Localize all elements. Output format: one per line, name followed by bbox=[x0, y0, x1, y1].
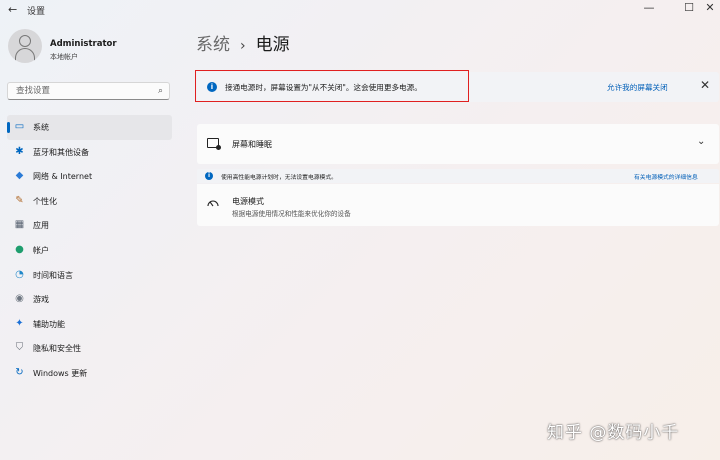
sidebar-nav: ▭ 系统 ✱ 蓝牙和其他设备 ◆ 网络 & Internet ✎ 个性化 ▦ 应… bbox=[7, 115, 172, 386]
sidebar-item-label: 应用 bbox=[33, 221, 49, 231]
sidebar-item-label: Windows 更新 bbox=[33, 368, 88, 378]
info-icon: i bbox=[207, 82, 217, 92]
power-mode-description: 根据电源使用情况和性能来优化你的设备 bbox=[232, 210, 351, 218]
update-icon: ↻ bbox=[15, 366, 24, 378]
screen-sleep-label: 屏幕和睡眠 bbox=[232, 140, 272, 149]
system-monitor-icon: ▭ bbox=[14, 121, 25, 132]
watermark: 知乎 @数码小千 bbox=[547, 423, 680, 443]
power-mode-card[interactable]: 电源模式 根据电源使用情况和性能来优化你的设备 bbox=[197, 184, 719, 226]
sidebar-item-system[interactable]: ▭ 系统 bbox=[7, 115, 172, 140]
breadcrumb-chevron-icon: › bbox=[240, 38, 246, 54]
chevron-down-icon[interactable]: ⌄ bbox=[697, 136, 705, 147]
allow-screen-off-link[interactable]: 允许我的屏幕关闭 bbox=[607, 82, 668, 93]
back-arrow-icon[interactable]: ← bbox=[8, 3, 17, 16]
speedometer-icon bbox=[207, 200, 219, 207]
sidebar-item-label: 蓝牙和其他设备 bbox=[33, 147, 89, 157]
sidebar-item-time-language[interactable]: ◔ 时间和语言 bbox=[7, 263, 172, 288]
power-mode-info-link[interactable]: 有关电源模式的详细信息 bbox=[634, 172, 698, 181]
breadcrumb-parent[interactable]: 系统 bbox=[196, 35, 230, 55]
screen-sleep-card[interactable]: 屏幕和睡眠 ⌄ bbox=[197, 124, 719, 164]
accessibility-icon: ✦ bbox=[15, 317, 24, 329]
profile-name: Administrator bbox=[50, 39, 117, 49]
shield-icon: ⛉ bbox=[15, 342, 24, 354]
minimize-button[interactable]: — bbox=[639, 1, 659, 14]
sidebar-item-personalization[interactable]: ✎ 个性化 bbox=[7, 189, 172, 214]
sidebar-item-network[interactable]: ◆ 网络 & Internet bbox=[7, 164, 172, 189]
bluetooth-icon: ✱ bbox=[15, 145, 24, 157]
sidebar-item-accessibility[interactable]: ✦ 辅助功能 bbox=[7, 312, 172, 337]
sidebar-item-apps[interactable]: ▦ 应用 bbox=[7, 213, 172, 238]
info-message: 接通电源时，屏幕设置为"从不关闭"。这会使用更多电源。 bbox=[225, 83, 422, 92]
maximize-button[interactable]: ☐ bbox=[679, 1, 699, 14]
avatar-body-icon bbox=[15, 48, 35, 62]
screen-sleep-icon bbox=[207, 138, 221, 150]
search-input[interactable] bbox=[14, 85, 148, 97]
search-icon[interactable]: ⌕ bbox=[158, 86, 163, 96]
search-box[interactable]: ⌕ bbox=[7, 82, 170, 100]
person-icon: ● bbox=[15, 243, 24, 255]
gamepad-icon: ◉ bbox=[15, 293, 24, 305]
sidebar-item-label: 辅助功能 bbox=[33, 319, 65, 329]
sidebar-item-label: 时间和语言 bbox=[33, 270, 73, 280]
power-plan-notice: i 使用高性能电源计划时，无法设置电源模式。 有关电源模式的详细信息 bbox=[197, 169, 719, 183]
sidebar-item-label: 系统 bbox=[33, 123, 49, 132]
sidebar-item-label: 游戏 bbox=[33, 295, 49, 305]
breadcrumb: 系统 › 电源 bbox=[196, 30, 290, 55]
sidebar-item-label: 网络 & Internet bbox=[33, 172, 93, 182]
sidebar-item-bluetooth[interactable]: ✱ 蓝牙和其他设备 bbox=[7, 140, 172, 165]
page-title: 电源 bbox=[255, 35, 290, 55]
sidebar-item-accounts[interactable]: ● 帐户 bbox=[7, 238, 172, 263]
close-icon[interactable]: ✕ bbox=[700, 78, 710, 92]
globe-clock-icon: ◔ bbox=[15, 268, 24, 280]
sidebar-item-label: 个性化 bbox=[33, 196, 57, 206]
sidebar-item-label: 隐私和安全性 bbox=[33, 344, 81, 354]
sidebar-item-privacy[interactable]: ⛉ 隐私和安全性 bbox=[7, 336, 172, 361]
apps-grid-icon: ▦ bbox=[14, 219, 25, 231]
title-bar: ← 设置 — ☐ ✕ bbox=[0, 0, 720, 20]
sidebar-item-gaming[interactable]: ◉ 游戏 bbox=[7, 287, 172, 312]
avatar[interactable] bbox=[8, 29, 42, 63]
avatar-head-icon bbox=[19, 35, 31, 47]
close-button[interactable]: ✕ bbox=[700, 1, 720, 14]
wifi-icon: ◆ bbox=[15, 170, 24, 182]
notice-text: 使用高性能电源计划时，无法设置电源模式。 bbox=[221, 175, 337, 181]
sidebar-item-windows-update[interactable]: ↻ Windows 更新 bbox=[7, 361, 172, 386]
info-icon: i bbox=[205, 172, 213, 180]
sidebar-item-label: 帐户 bbox=[33, 245, 49, 255]
profile-account-type: 本地帐户 bbox=[50, 53, 78, 61]
selection-indicator bbox=[7, 122, 10, 133]
info-bar: i 接通电源时，屏幕设置为"从不关闭"。这会使用更多电源。 允许我的屏幕关闭 ✕ bbox=[197, 72, 719, 102]
window-title: 设置 bbox=[27, 7, 46, 17]
brush-icon: ✎ bbox=[15, 194, 24, 206]
power-mode-title: 电源模式 bbox=[232, 197, 264, 206]
